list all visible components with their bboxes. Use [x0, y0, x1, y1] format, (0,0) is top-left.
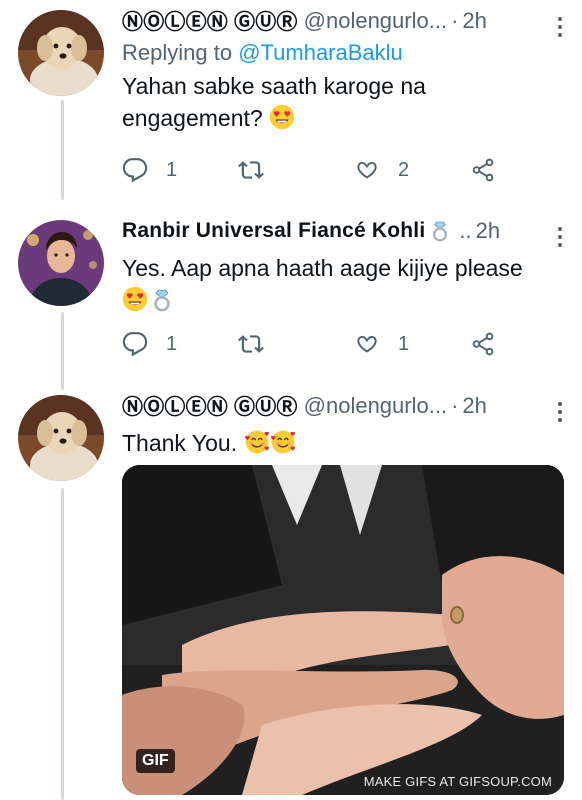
user-handle[interactable]: @nolengurlo...: [304, 8, 447, 34]
share-button[interactable]: [470, 150, 496, 190]
retweet-icon: [238, 331, 264, 357]
separator-dot: ·: [451, 8, 459, 33]
reply-button[interactable]: 1: [122, 324, 177, 364]
tweet-text: Yes. Aap apna haath aage kijiye please: [122, 252, 564, 316]
heart-icon: [354, 331, 380, 357]
share-button[interactable]: [470, 324, 496, 364]
share-icon: [470, 157, 496, 183]
ring-emoji: [429, 220, 451, 242]
display-name[interactable]: Ranbir Universal Fiancé Kohli: [122, 219, 425, 243]
display-name[interactable]: ⓃⓄⓁⒺⓃ ⒼⓊⓇ: [122, 6, 298, 36]
gif-badge: GIF: [136, 749, 175, 773]
tweet-text-body: Thank You.: [122, 430, 238, 456]
gif-frame-image: [122, 465, 564, 795]
like-count: 1: [398, 332, 410, 355]
like-count: 2: [398, 158, 410, 181]
ring-emoji: [150, 288, 174, 312]
retweet-button[interactable]: [238, 324, 264, 364]
share-icon: [470, 331, 496, 357]
heart-icon: [354, 157, 380, 183]
retweet-icon: [238, 157, 264, 183]
tweet-text-body: Yes. Aap apna haath aage kijiye please: [122, 255, 523, 281]
reply-icon: [122, 331, 148, 357]
man-avatar[interactable]: [18, 220, 104, 306]
timestamp[interactable]: 2h: [476, 218, 500, 244]
tweet[interactable]: Ranbir Universal Fiancé Kohli .. 2h Yes.…: [0, 210, 582, 380]
gif-watermark: MAKE GIFS AT GIFSOUP.COM: [363, 774, 552, 789]
tweet-text: Thank You.: [122, 427, 564, 459]
tweet[interactable]: ⓃⓄⓁⒺⓃ ⒼⓊⓇ @nolengurlo... · 2h Replying t…: [0, 0, 582, 200]
replying-to-prefix: Replying to: [122, 40, 239, 65]
heart-eyes-emoji: [269, 104, 295, 130]
user-handle[interactable]: @nolengurlo...: [304, 393, 447, 419]
timestamp[interactable]: 2h: [462, 393, 486, 419]
reply-button[interactable]: 1: [122, 150, 177, 190]
separator-dot: ·: [451, 393, 459, 418]
more-vertical-icon[interactable]: [550, 14, 570, 40]
gif-media[interactable]: GIF MAKE GIFS AT GIFSOUP.COM: [122, 465, 564, 795]
dog-avatar[interactable]: [18, 395, 104, 481]
replying-to: Replying to @TumharaBaklu: [122, 40, 564, 66]
heart-eyes-emoji: [122, 286, 148, 312]
like-button[interactable]: 2: [354, 150, 409, 190]
more-vertical-icon[interactable]: [550, 399, 570, 425]
reply-icon: [122, 157, 148, 183]
timestamp[interactable]: 2h: [462, 8, 486, 34]
smiling-face-with-hearts-emoji: [244, 429, 270, 455]
retweet-button[interactable]: [238, 150, 264, 190]
reply-count: 1: [166, 332, 178, 355]
reply-count: 1: [166, 158, 178, 181]
tweet-text: Yahan sabke saath karoge na engagement?: [122, 70, 442, 134]
tweet-actions: 1 2: [122, 150, 502, 190]
reply-handle-link[interactable]: @TumharaBaklu: [238, 40, 403, 65]
tweet-header: ⓃⓄⓁⒺⓃ ⒼⓊⓇ @nolengurlo... · 2h: [122, 389, 564, 423]
more-vertical-icon[interactable]: [550, 224, 570, 250]
user-handle[interactable]: ..: [459, 218, 471, 244]
tweet-header: ⓃⓄⓁⒺⓃ ⒼⓊⓇ @nolengurlo... · 2h: [122, 4, 564, 38]
tweet[interactable]: ⓃⓄⓁⒺⓃ ⒼⓊⓇ @nolengurlo... · 2h Thank You.…: [0, 385, 582, 800]
tweet-actions: 1 1: [122, 324, 502, 364]
tweet-header: Ranbir Universal Fiancé Kohli .. 2h: [122, 214, 564, 248]
display-name[interactable]: ⓃⓄⓁⒺⓃ ⒼⓊⓇ: [122, 391, 298, 421]
like-button[interactable]: 1: [354, 324, 409, 364]
smiling-face-with-hearts-emoji: [270, 429, 296, 455]
dog-avatar[interactable]: [18, 10, 104, 96]
